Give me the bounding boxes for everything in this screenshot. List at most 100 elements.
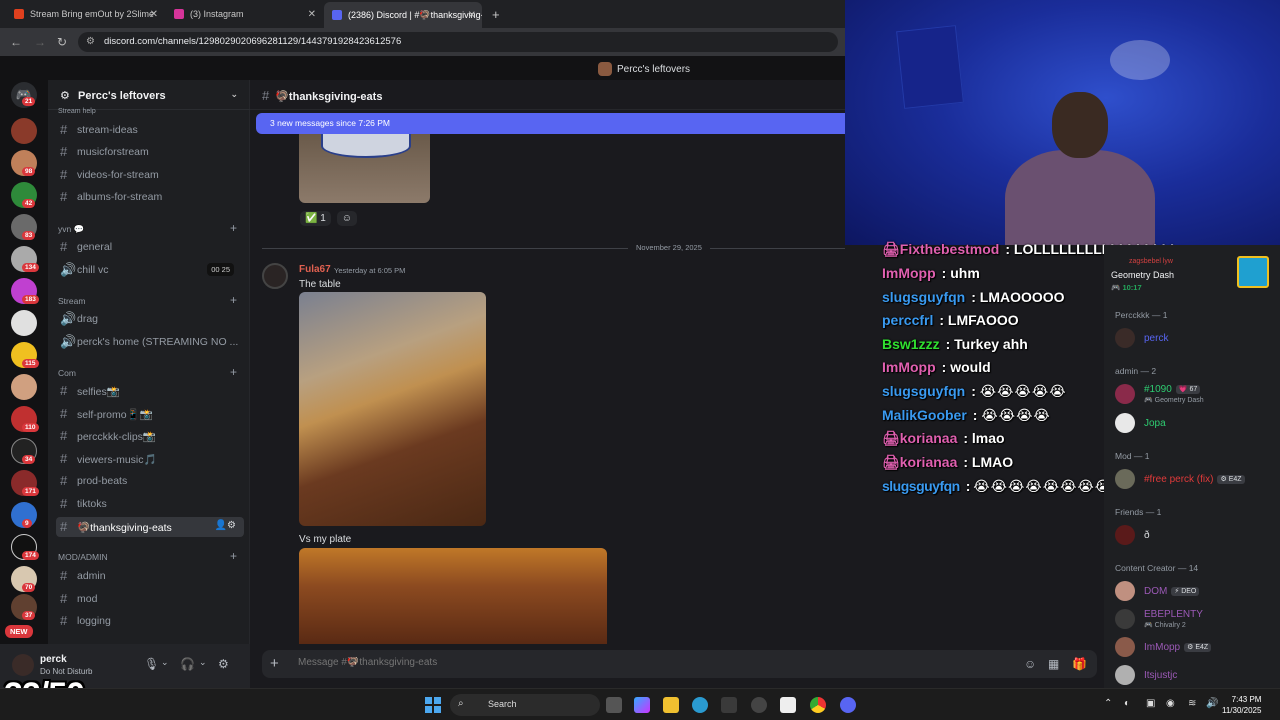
category-com[interactable]: Com (58, 368, 76, 378)
member-name[interactable]: Jopa (1144, 418, 1166, 429)
apps-icon[interactable]: ▦ (1048, 657, 1059, 671)
windows-start-icon[interactable] (425, 697, 441, 713)
tab-stream[interactable]: Stream Bring emOut by 2Slime ✕ (6, 4, 164, 24)
gift-icon[interactable]: 🎁 (1072, 657, 1087, 671)
message-author[interactable]: Fula67 (299, 264, 331, 275)
tray-app-icon[interactable]: ▣ (1146, 698, 1155, 709)
new-messages-bar[interactable]: 3 new messages since 7:26 PM (256, 113, 845, 134)
channel-tiktoks[interactable]: # tiktoks (56, 494, 244, 514)
url-field[interactable]: ⚙ discord.com/channels/12980290206962811… (78, 32, 838, 52)
tab-discord[interactable]: (2386) Discord | #🦃thanksgiving-eats ✕ (324, 2, 482, 28)
headphones-icon[interactable]: 🎧 (180, 657, 195, 671)
member-name[interactable]: Itsjustjc (1144, 670, 1177, 681)
tab-instagram[interactable]: (3) Instagram ✕ (166, 4, 322, 24)
channel-videos-for-stream[interactable]: # videos-for-stream (56, 165, 244, 185)
chrome-icon[interactable] (810, 697, 826, 713)
volume-icon[interactable]: 🔊 (1206, 698, 1218, 709)
channel-chill-vc[interactable]: 🔊 chill vc 00 25 (56, 260, 244, 280)
category-stream-help[interactable]: Stream help (58, 108, 96, 115)
avatar[interactable] (1115, 384, 1135, 404)
message-image[interactable] (299, 134, 430, 203)
member-name[interactable]: #1090 💗 67 (1144, 384, 1201, 395)
edge-icon[interactable] (692, 697, 708, 713)
server-icon[interactable] (11, 310, 37, 336)
tray-app-icon[interactable]: ◐ (1124, 698, 1130, 709)
channel-logging[interactable]: # logging (56, 611, 244, 631)
channel-drag[interactable]: 🔊 drag (56, 309, 244, 329)
clock[interactable]: 7:43 PM 11/30/2025 (1222, 694, 1261, 716)
emoji-icon[interactable]: ☺ (1024, 657, 1036, 671)
close-icon[interactable]: ✕ (468, 10, 476, 21)
server-icon[interactable] (11, 374, 37, 400)
tray-app-icon[interactable]: ◉ (1166, 698, 1175, 709)
taskbar-search[interactable]: Search (450, 694, 600, 716)
channel-admin[interactable]: # admin (56, 566, 244, 586)
channel-self-promo[interactable]: # self-promo📱📸 (56, 404, 244, 424)
task-view-icon[interactable] (606, 697, 622, 713)
avatar[interactable] (1115, 469, 1135, 489)
channel-viewers-music[interactable]: # viewers-music🎵 (56, 449, 244, 469)
reaction[interactable]: ✅ 1 (300, 211, 331, 226)
microphone-icon[interactable]: 🎙 (144, 657, 159, 671)
add-channel-icon[interactable]: + (230, 221, 237, 235)
server-icon[interactable] (11, 118, 37, 144)
chevron-down-icon[interactable]: ⌄ (161, 657, 169, 668)
avatar[interactable] (1115, 637, 1135, 657)
channel-prod-beats[interactable]: # prod-beats (56, 471, 244, 491)
member-name[interactable]: #free perck (fix) ⚙ E4Z (1144, 474, 1245, 485)
avatar[interactable] (1115, 328, 1135, 348)
member-name[interactable]: ImMopp ⚙ E4Z (1144, 642, 1212, 653)
avatar[interactable] (1115, 413, 1135, 433)
copilot-icon[interactable] (634, 697, 650, 713)
channel-percks-home[interactable]: 🔊 perck's home (STREAMING NO ... (56, 332, 244, 352)
gear-icon[interactable]: ⚙ (218, 657, 229, 671)
add-channel-icon[interactable]: + (230, 365, 237, 379)
server-header[interactable]: ⚙ Percc's leftovers ⌄ (48, 80, 250, 110)
channel-percckkk-clips[interactable]: # percckkk-clips📸 (56, 426, 244, 446)
add-channel-icon[interactable]: + (230, 293, 237, 307)
message-image[interactable] (299, 292, 486, 526)
chevron-down-icon[interactable]: ⌄ (230, 89, 238, 100)
forward-icon[interactable]: → (34, 35, 46, 49)
channel-selfies[interactable]: # selfies📸 (56, 381, 244, 401)
file-explorer-icon[interactable] (663, 697, 679, 713)
tiktok-icon[interactable] (780, 697, 796, 713)
channel-musicforstream[interactable]: # musicforstream (56, 142, 244, 162)
channel-stream-ideas[interactable]: # stream-ideas (56, 120, 244, 140)
message-image[interactable] (299, 548, 607, 644)
channel-general[interactable]: # general (56, 237, 244, 257)
close-icon[interactable]: ✕ (150, 9, 158, 20)
member-name[interactable]: EBEPLENTY (1144, 609, 1203, 620)
category-stream[interactable]: Stream (58, 296, 85, 306)
add-reaction-icon[interactable]: ☺ (336, 211, 358, 226)
reload-icon[interactable]: ↻ (57, 35, 67, 49)
member-name[interactable]: perck (1144, 333, 1168, 344)
chevron-down-icon[interactable]: ⌄ (199, 657, 207, 668)
wifi-icon[interactable]: ≋ (1188, 698, 1196, 709)
message-input[interactable] (298, 657, 898, 668)
new-tab-button[interactable]: + (484, 4, 508, 24)
avatar[interactable] (1115, 581, 1135, 601)
avatar[interactable] (262, 263, 288, 289)
avatar[interactable] (12, 654, 34, 676)
close-icon[interactable]: ✕ (308, 9, 316, 20)
back-icon[interactable]: ← (10, 35, 22, 49)
store-icon[interactable] (721, 697, 737, 713)
avatar[interactable] (1115, 525, 1135, 545)
attach-plus-icon[interactable]: + (270, 655, 279, 672)
channel-thanksgiving-eats[interactable]: # 🦃thanksgiving-eats 👤⚙ (56, 517, 244, 537)
settings-icon[interactable]: 👤⚙ (215, 520, 236, 531)
channel-albums-for-stream[interactable]: # albums-for-stream (56, 187, 244, 207)
app-icon[interactable] (751, 697, 767, 713)
channel-mod[interactable]: # mod (56, 589, 244, 609)
member-name[interactable]: ð (1144, 530, 1150, 541)
member-name[interactable]: DOM ⚡ DEO (1144, 586, 1200, 597)
category-mod-admin[interactable]: MOD/ADMIN (58, 552, 108, 562)
avatar[interactable] (1115, 609, 1135, 629)
site-info-icon[interactable]: ⚙ (86, 36, 95, 47)
category-yvn[interactable]: yvn 💬 (58, 224, 84, 235)
chevron-up-icon[interactable]: ⌃ (1104, 698, 1112, 709)
avatar[interactable] (1115, 665, 1135, 685)
discord-icon[interactable] (840, 697, 856, 713)
add-channel-icon[interactable]: + (230, 549, 237, 563)
